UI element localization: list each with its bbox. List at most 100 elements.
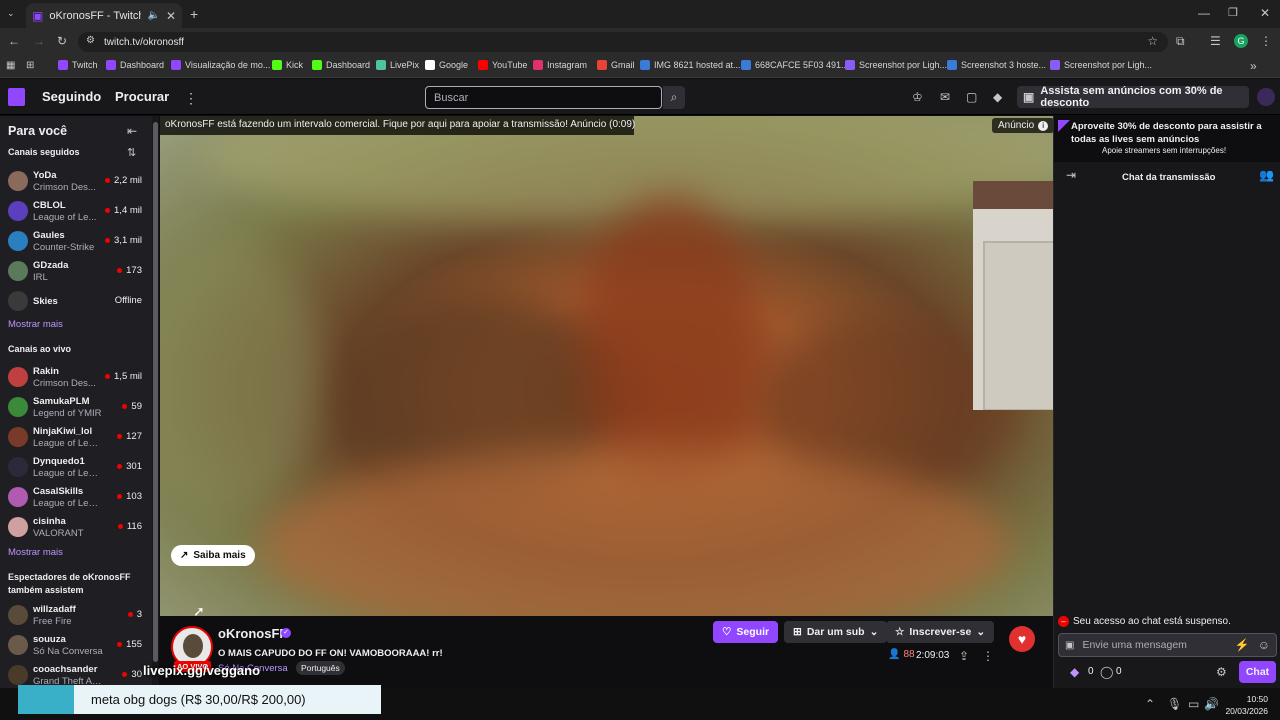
sidebar-channel-live[interactable]: Rakin Crimson Des... 1,5 mil [0,364,152,392]
sidebar-channel-also[interactable]: souuza Só Na Conversa 155 [0,632,152,660]
browser-menu-icon[interactable]: ⋮ [1260,34,1272,48]
network-icon[interactable]: ▭ [1188,697,1199,711]
inbox-icon[interactable]: ✉ [940,90,950,104]
sort-icon[interactable]: ⇅ [127,146,136,159]
bookmark-item[interactable]: Visualização de mo... [171,60,270,70]
live-dot-icon [117,268,123,273]
bookmark-item[interactable]: Dashboard [312,60,370,70]
apps-icon[interactable]: ▦ [6,60,15,71]
volume-icon[interactable]: 🔊 [1204,697,1219,711]
ad-label[interactable]: Anúncio i [992,118,1055,133]
collapse-chat-icon[interactable]: ⇥ [1066,168,1076,182]
browser-tab[interactable]: ▣ oKronosFF - Twitch 🔈 ✕ [26,3,182,28]
chat-promo-banner[interactable]: Aproveite 30% de desconto para assistir … [1054,116,1280,162]
verified-icon: ✓ [281,628,291,638]
bookmark-item[interactable]: LivePix [376,60,419,70]
bookmark-item[interactable]: Screenshot 3 hoste... [947,60,1046,70]
bookmark-item[interactable]: Dashboard [106,60,164,70]
sidebar-channel-followed[interactable]: YoDa Crimson Des... 2,2 mil [0,168,152,196]
sidebar-channel-also[interactable]: willzadaff Free Fire 3 [0,602,152,630]
chat-input[interactable]: ▣ Envie uma mensagem ⚡ ☺ [1058,633,1277,657]
bookmark-item[interactable]: Screenshot por Ligh... [845,60,947,70]
live-dot-icon [105,374,111,379]
sidebar-channel-live[interactable]: NinjaKiwi_lol League of Lege... 127 [0,424,152,452]
minimize-icon[interactable]: — [1198,6,1210,20]
bookmark-item[interactable]: YouTube [478,60,527,70]
hype-heart-icon[interactable]: ♥ [1009,626,1035,652]
forward-icon[interactable]: → [33,34,45,48]
language-tag[interactable]: Português [296,661,345,675]
bookmark-item[interactable]: IMG 8621 hosted at... [640,60,741,70]
tray-chevron-icon[interactable]: ⌃ [1145,697,1155,711]
show-more-live[interactable]: Mostrar mais [8,547,63,558]
reading-list-icon[interactable]: ☰ [1210,34,1221,48]
gift-sub-button[interactable]: ⊞ Dar um sub ⌄ [784,621,888,643]
bits-chat-icon[interactable]: ◆ [1070,665,1079,679]
show-more-followed[interactable]: Mostrar mais [8,319,63,330]
emote-icon[interactable]: ☺ [1258,638,1270,652]
share-icon[interactable]: ⇪ [959,649,969,663]
bookmark-item[interactable]: Google [425,60,468,70]
sidebar-channel-followed[interactable]: Skies Offline [0,288,152,316]
grid-icon[interactable]: ⊞ [26,60,34,71]
community-icon[interactable]: 👥 [1259,168,1274,182]
chat-promo-line1: Aproveite 30% de desconto para assistir … [1071,121,1262,132]
bookmark-item[interactable]: Instagram [533,60,587,70]
channel-points-icon[interactable]: ◯ [1100,665,1113,679]
more-bookmarks-icon[interactable]: » [1250,59,1257,73]
tab-list-icon[interactable]: ⌄ [7,8,15,19]
new-tab-icon[interactable]: + [190,6,198,22]
reload-icon[interactable]: ↻ [57,34,67,48]
sidebar-channel-live[interactable]: cisinha VALORANT 116 [0,514,152,542]
bits-icon[interactable]: ◆ [993,90,1002,104]
slash-icon[interactable]: ⚡ [1235,638,1250,652]
bookmark-item[interactable]: Gmail [597,60,635,70]
viewer-count-value: 116 [126,521,142,532]
bookmark-item[interactable]: Screenshot por Ligh... [1050,60,1152,70]
tab-close-icon[interactable]: ✕ [166,9,176,23]
whispers-icon[interactable]: ▢ [966,90,977,104]
bookmark-item[interactable]: Twitch [58,60,98,70]
learn-more-button[interactable]: ↗ Saiba mais [171,545,255,566]
tab-audio-icon[interactable]: 🔈 [147,10,159,21]
sidebar-channel-followed[interactable]: CBLOL League of Le... 1,4 mil [0,198,152,226]
collapse-sidebar-icon[interactable]: ⇤ [127,124,137,138]
user-avatar[interactable] [1257,88,1275,106]
bookmark-item[interactable]: Kick [272,60,303,70]
clock-time[interactable]: 10:50 [1226,694,1268,704]
sidebar-channel-followed[interactable]: GDzada IRL 173 [0,258,152,286]
nav-following[interactable]: Seguindo [42,89,101,104]
nav-browse[interactable]: Procurar [115,89,169,104]
channel-name[interactable]: oKronosFF [218,626,287,641]
url-field[interactable]: ⚙ twitch.tv/okronosff ☆ [78,32,1168,52]
turbo-promo-button[interactable]: ▣ Assista sem anúncios com 30% de descon… [1017,85,1249,109]
video-player[interactable] [160,116,1053,616]
search-input[interactable]: Buscar [425,86,662,109]
subscribe-button[interactable]: ☆ Inscrever-se ⌄ [886,621,995,643]
window-close-icon[interactable]: ✕ [1260,6,1270,20]
sidebar-channel-live[interactable]: CasalSkills League of Lege... 103 [0,484,152,512]
site-info-icon[interactable]: ⚙ [86,35,95,46]
more-options-icon[interactable]: ⋮ [982,649,994,663]
prime-crown-icon[interactable]: ♔ [912,90,923,104]
bookmark-item[interactable]: 668CAFCE 5F03 491... [741,60,849,70]
sidebar-channel-followed[interactable]: Gaules Counter-Strike 3,1 mil [0,228,152,256]
sidebar-channel-live[interactable]: Dynquedo1 League of Lege... 301 [0,454,152,482]
back-icon[interactable]: ← [8,34,20,48]
mic-icon[interactable]: 🎙 [1167,697,1182,711]
follow-button[interactable]: ♡ Seguir [713,621,779,643]
search-button[interactable]: ⌕ [663,86,685,109]
bookmark-star-icon[interactable]: ☆ [1147,34,1158,48]
chat-send-button[interactable]: Chat [1239,661,1276,683]
chat-settings-icon[interactable]: ⚙ [1216,665,1227,679]
chat-header: Chat da transmissão [1122,172,1216,183]
more-menu-icon[interactable]: ⋮ [184,90,198,107]
profile-avatar-icon[interactable]: G [1234,34,1248,48]
extensions-icon[interactable]: ⧉ [1176,34,1185,49]
twitch-logo-icon[interactable] [8,88,25,106]
viewer-count: 3,1 mil [105,235,142,246]
sidebar-scrollbar[interactable] [152,116,159,688]
restore-icon[interactable]: ❐ [1228,6,1238,19]
sidebar-channel-live[interactable]: SamukaPLM Legend of YMIR 59 [0,394,152,422]
clock-date[interactable]: 20/03/2026 [1222,706,1268,716]
